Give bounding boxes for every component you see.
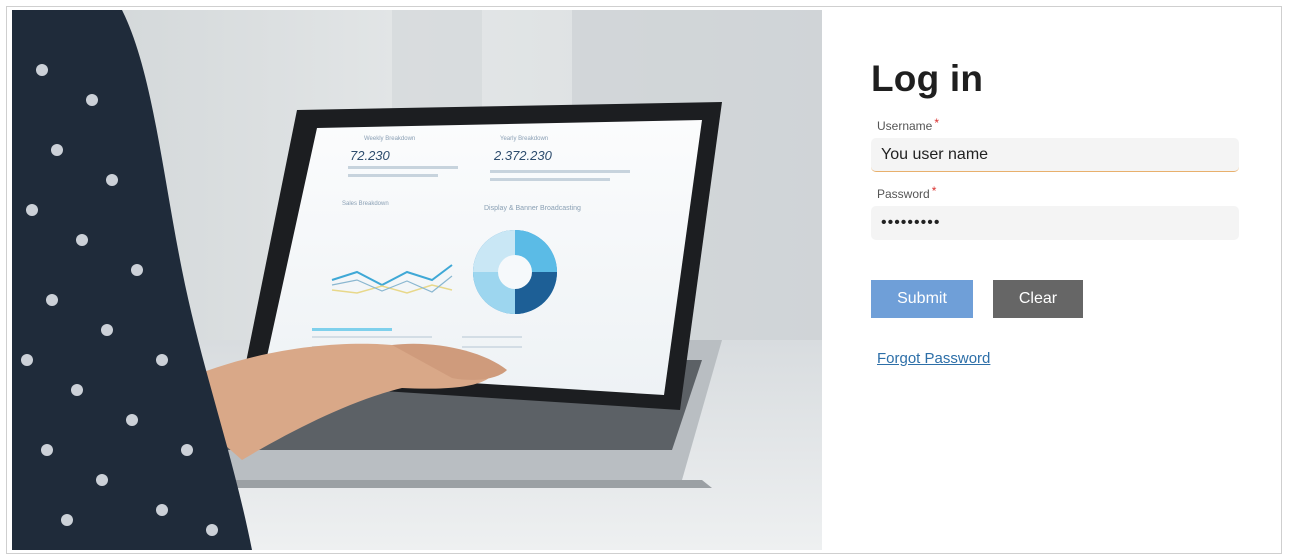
svg-text:2.372.230: 2.372.230 <box>493 148 553 163</box>
svg-text:Display & Banner Broadcasting: Display & Banner Broadcasting <box>484 205 581 212</box>
page-title: Log in <box>871 58 984 99</box>
form-buttons: Submit Clear <box>871 280 1241 318</box>
svg-text:72.230: 72.230 <box>350 148 391 163</box>
required-marker: * <box>934 116 940 130</box>
password-label: Password * <box>877 184 1241 201</box>
username-label-text: Username <box>877 119 933 133</box>
username-label: Username * <box>877 116 1241 133</box>
username-input[interactable] <box>871 138 1239 172</box>
required-marker: * <box>931 184 937 198</box>
password-input[interactable] <box>871 206 1239 240</box>
login-panel: Log in Username* Password* Submit Clear … <box>871 60 1241 368</box>
svg-text:Yearly Breakdown: Yearly Breakdown <box>500 136 548 142</box>
svg-text:Sales Breakdown: Sales Breakdown <box>342 201 389 207</box>
svg-text:Weekly Breakdown: Weekly Breakdown <box>364 136 415 142</box>
password-field-group: Password * <box>871 184 1241 240</box>
username-field-group: Username * <box>871 116 1241 172</box>
clear-button[interactable]: Clear <box>993 280 1083 318</box>
submit-button[interactable]: Submit <box>871 280 973 318</box>
hero-image: Weekly Breakdown 72.230 Yearly Breakdown… <box>12 10 822 550</box>
password-label-text: Password <box>877 187 930 201</box>
forgot-password-link[interactable]: Forgot Password <box>877 350 990 367</box>
